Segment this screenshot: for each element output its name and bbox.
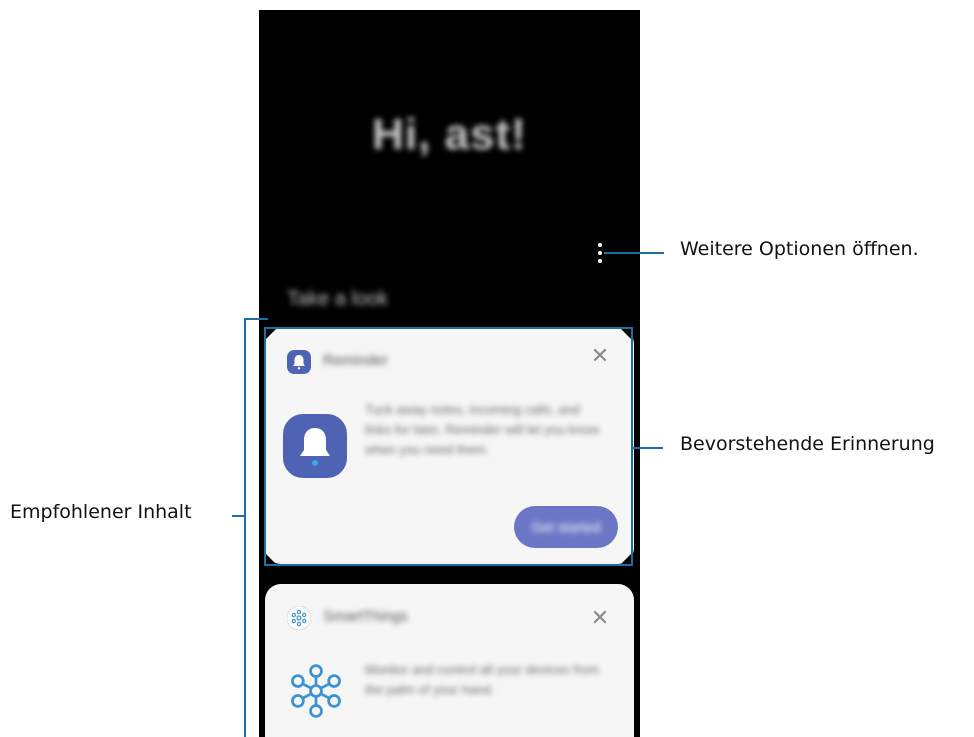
smartthings-card[interactable]: SmartThings ✕ Monitor and control all yo… [265, 584, 634, 737]
upcoming-reminder-callout-line [633, 447, 663, 449]
network-nodes-icon [291, 664, 341, 718]
greeting-text: Hi, ast! [372, 110, 527, 159]
smartthings-app-name: SmartThings [323, 608, 409, 625]
recommended-content-callout-line [232, 515, 244, 517]
smartthings-app-icon [287, 606, 311, 630]
more-options-callout-line [604, 252, 664, 254]
section-title: Take a look [287, 288, 389, 310]
recommended-content-callout: Empfohlener Inhalt [10, 501, 192, 523]
upcoming-reminder-callout: Bevorstehende Erinnerung [680, 433, 935, 455]
more-options-callout: Weitere Optionen öffnen. [680, 238, 919, 260]
smartthings-description: Monitor and control all your devices fro… [365, 662, 600, 697]
close-smartthings-icon[interactable]: ✕ [590, 607, 610, 629]
recommended-content-bracket-top [244, 318, 268, 320]
recommended-content-bracket [244, 318, 246, 737]
reminder-highlight-frame [264, 327, 633, 566]
